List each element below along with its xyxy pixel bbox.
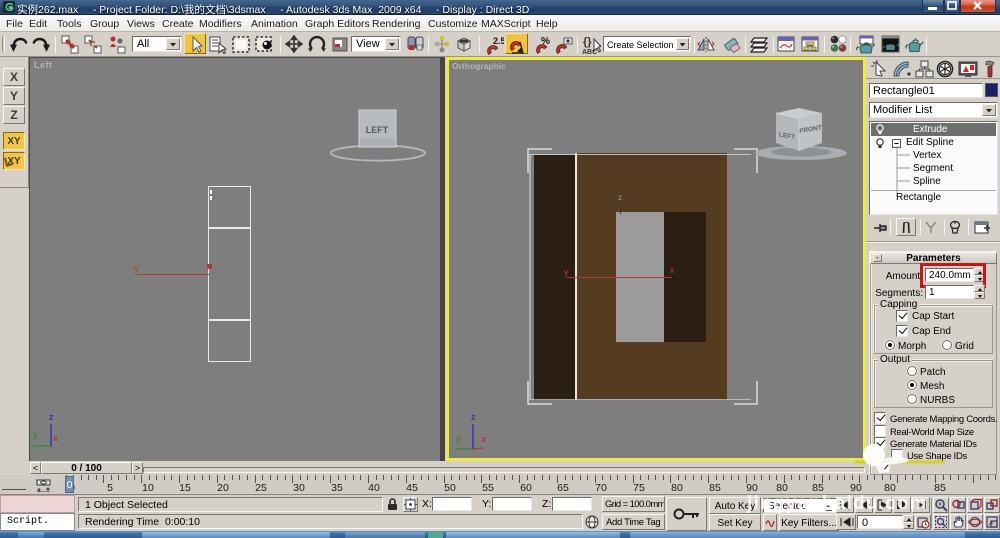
svg-text:z: z bbox=[49, 412, 54, 422]
svg-text:y: y bbox=[456, 433, 461, 443]
svg-text:z: z bbox=[471, 412, 476, 422]
svg-text:{}: {} bbox=[583, 36, 592, 48]
svg-text:x: x bbox=[481, 434, 486, 444]
svg-text:LEFT: LEFT bbox=[366, 125, 389, 135]
svg-text:x: x bbox=[53, 433, 58, 443]
svg-text:y: y bbox=[33, 430, 38, 440]
svg-text:2.5: 2.5 bbox=[493, 36, 504, 46]
svg-text:%: % bbox=[541, 36, 550, 47]
